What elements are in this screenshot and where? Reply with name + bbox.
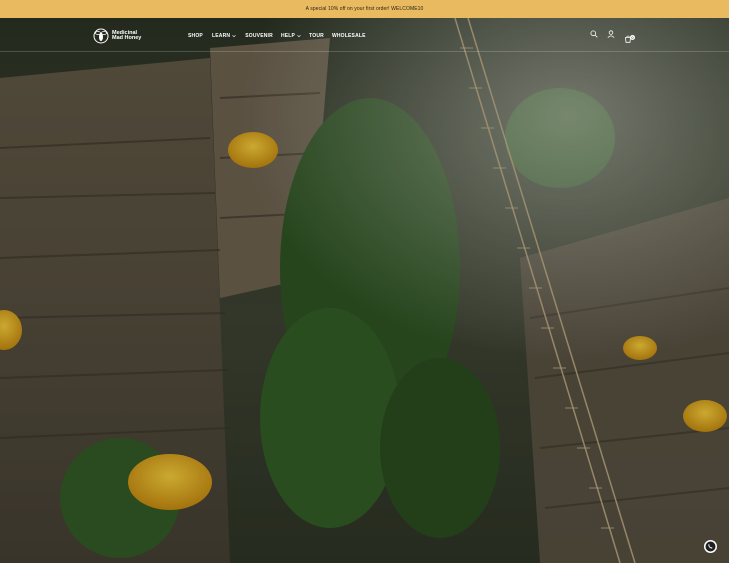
nav-tour[interactable]: TOUR (309, 33, 324, 39)
site-header: Medicinal Mad Honey SHOP LEARN SOUVENIR … (0, 18, 729, 52)
announcement-text: A special 10% off on your first order! W… (305, 6, 424, 12)
nav-help-label: HELP (280, 33, 296, 39)
whatsapp-chat-button[interactable] (704, 540, 717, 553)
main-nav: SHOP LEARN SOUVENIR HELP TOUR WHOLESALE (188, 33, 366, 39)
bee-logo-icon (93, 28, 109, 44)
search-icon[interactable] (590, 30, 598, 38)
whatsapp-icon (705, 541, 716, 552)
chevron-down-icon (297, 34, 301, 38)
cart-count-badge: 0 (630, 35, 635, 40)
nav-wholesale[interactable]: WHOLESALE (332, 33, 366, 39)
nav-help[interactable]: HELP (281, 33, 301, 39)
nav-tour-label: TOUR (309, 33, 324, 39)
nav-souvenir-label: SOUVENIR (245, 33, 273, 39)
account-icon[interactable] (607, 30, 615, 38)
cart-button[interactable]: 0 (624, 30, 635, 43)
brand-name-line2: Mad Honey (112, 35, 142, 41)
cliff-scene-illustration (0, 18, 729, 563)
nav-learn[interactable]: LEARN (212, 33, 236, 39)
nav-souvenir[interactable]: SOUVENIR (245, 33, 273, 39)
nav-learn-label: LEARN (211, 33, 231, 39)
brand-logo[interactable]: Medicinal Mad Honey (93, 27, 141, 45)
nav-shop[interactable]: SHOP (188, 33, 203, 39)
hero-background (0, 18, 729, 563)
nav-shop-label: SHOP (188, 33, 203, 39)
chevron-down-icon (232, 34, 236, 38)
header-icons: 0 (590, 30, 635, 43)
nav-wholesale-label: WHOLESALE (331, 33, 366, 39)
announcement-bar: A special 10% off on your first order! W… (0, 0, 729, 18)
